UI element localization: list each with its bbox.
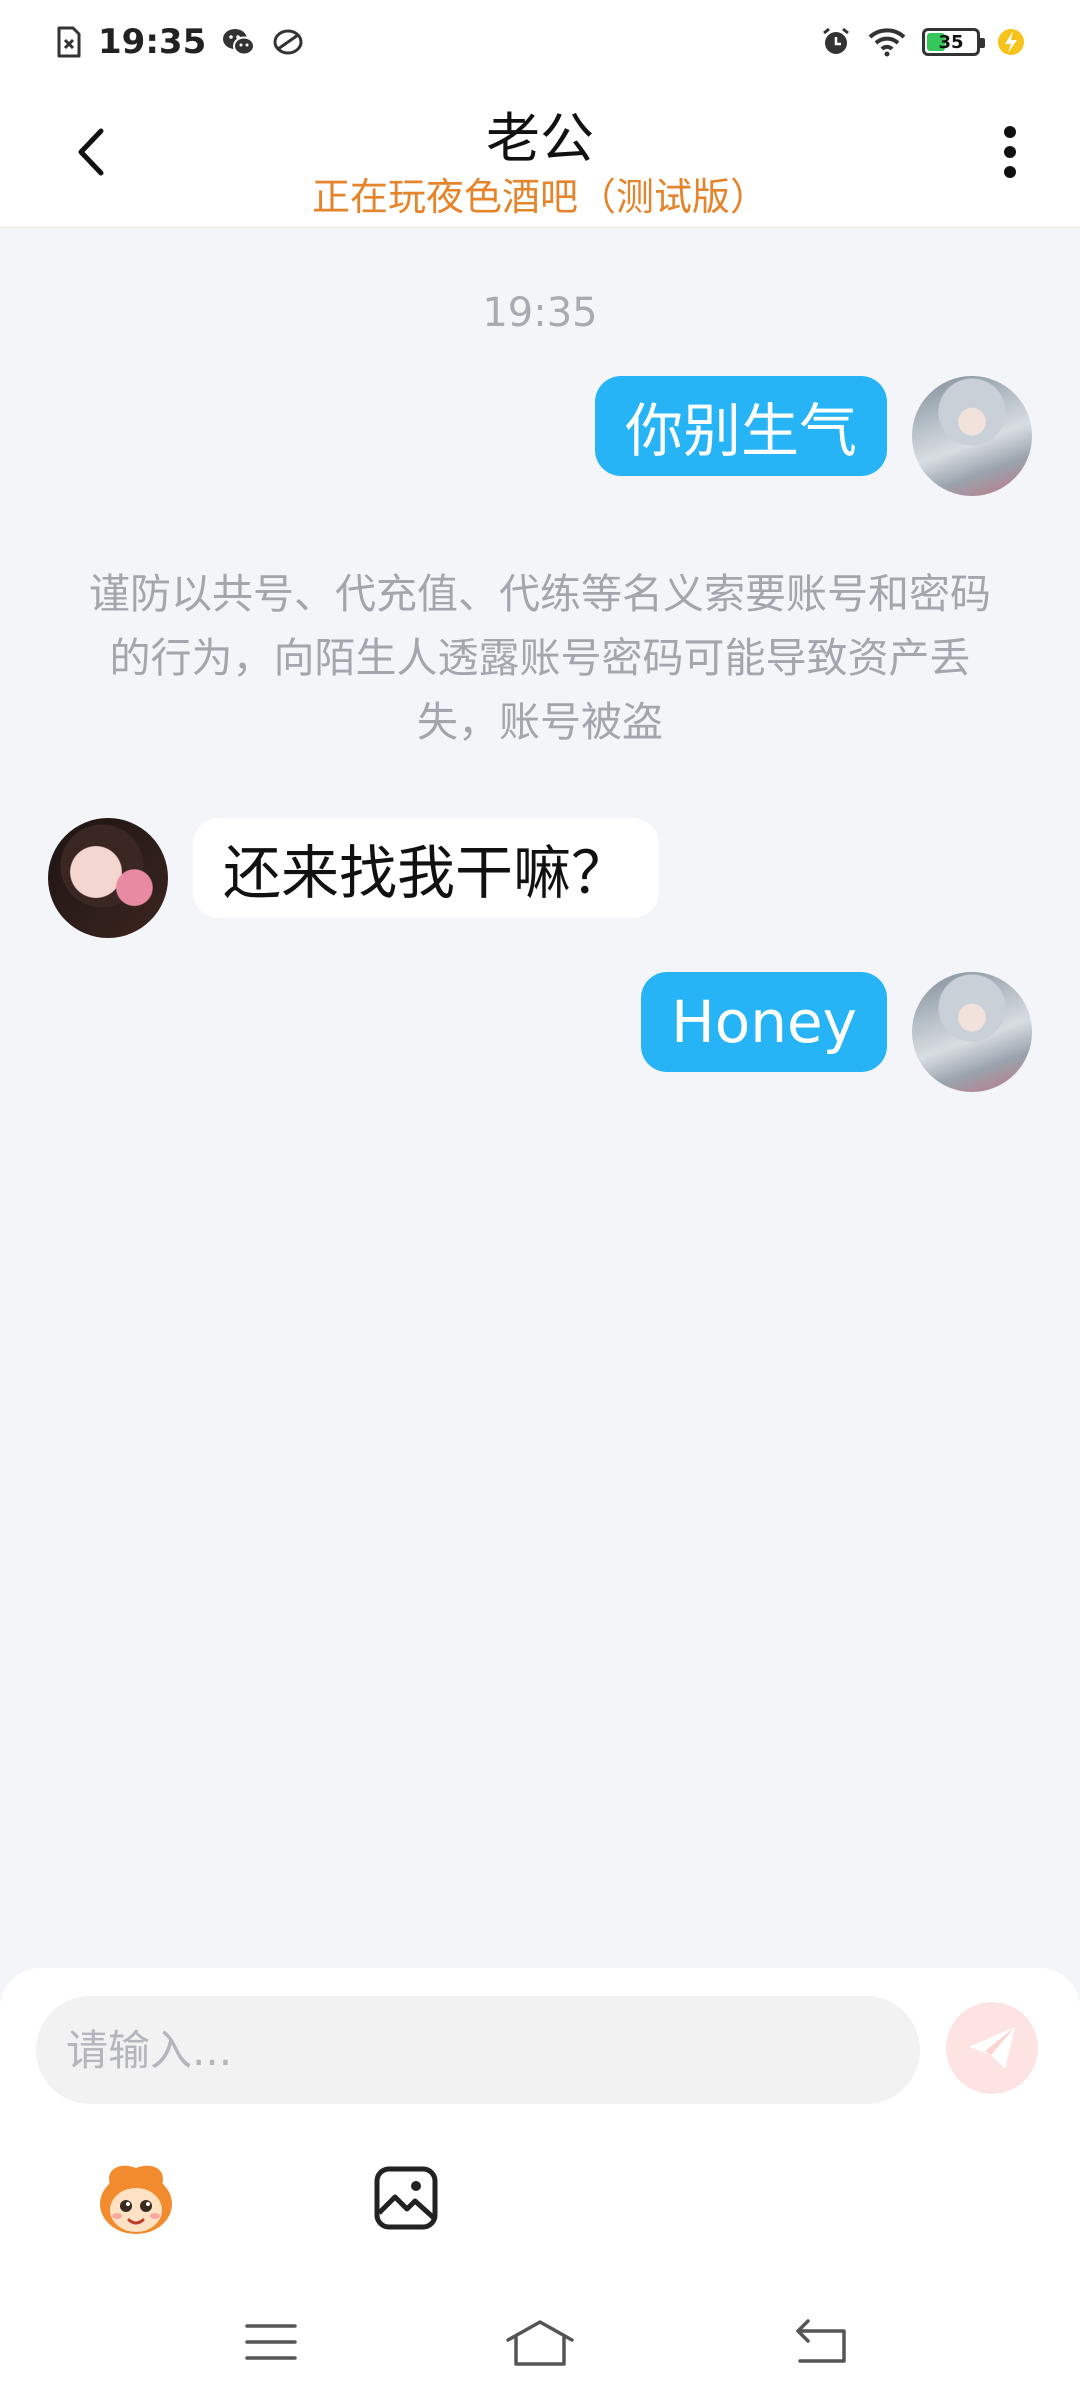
status-bar-right: 35 — [820, 26, 1026, 58]
message-bubble-her[interactable]: 还来找我干嘛？ — [193, 818, 660, 918]
chat-screen: 19:35 35 老公 正在玩夜色酒吧（测试版） 19:35 你别生气 谨防以共… — [0, 0, 1080, 2408]
battery-icon: 35 — [922, 28, 985, 56]
app-icon — [272, 27, 304, 57]
alarm-icon — [820, 26, 852, 58]
home-icon — [506, 2320, 574, 2366]
security-notice: 谨防以共号、代充值、代练等名义索要账号和密码的行为，向陌生人透露账号密码可能导致… — [89, 570, 991, 746]
wifi-icon — [868, 27, 906, 57]
sim-missing-icon — [56, 26, 82, 58]
more-vertical-icon — [1004, 126, 1016, 178]
message-bubble-me[interactable]: Honey — [641, 972, 887, 1072]
image-button[interactable] — [356, 2148, 456, 2248]
battery-level: 35 — [938, 31, 964, 53]
send-button[interactable] — [946, 2002, 1038, 2094]
message-timestamp: 19:35 — [482, 290, 598, 336]
status-bar: 19:35 35 — [0, 0, 1080, 84]
chat-title: 老公 — [486, 107, 594, 170]
avatar-me[interactable] — [912, 972, 1032, 1092]
status-time: 19:35 — [98, 22, 207, 62]
message-input[interactable] — [36, 1996, 920, 2104]
avatar-me[interactable] — [912, 376, 1032, 496]
message-bubble-me[interactable]: 你别生气 — [594, 376, 887, 476]
system-nav-bar — [0, 2280, 1080, 2408]
image-icon — [374, 2166, 438, 2230]
emoji-button[interactable] — [86, 2148, 186, 2248]
send-icon — [969, 2027, 1015, 2069]
status-bar-left: 19:35 — [56, 22, 304, 62]
avatar-her[interactable] — [48, 818, 168, 938]
menu-icon — [245, 2324, 297, 2360]
charging-icon — [996, 27, 1026, 57]
message-list[interactable]: 19:35 你别生气 谨防以共号、代充值、代练等名义索要账号和密码的行为，向陌生… — [0, 228, 1080, 1968]
wechat-icon — [222, 27, 256, 57]
chat-header: 老公 正在玩夜色酒吧（测试版） — [0, 84, 1080, 228]
nav-home-button[interactable] — [495, 2312, 585, 2372]
emoji-mascot-icon — [100, 2165, 172, 2234]
nav-back-button[interactable] — [777, 2312, 867, 2372]
more-options-button[interactable] — [980, 122, 1040, 182]
chat-subtitle[interactable]: 正在玩夜色酒吧（测试版） — [0, 166, 1080, 221]
back-icon — [796, 2319, 846, 2363]
nav-menu-button[interactable] — [226, 2312, 316, 2372]
